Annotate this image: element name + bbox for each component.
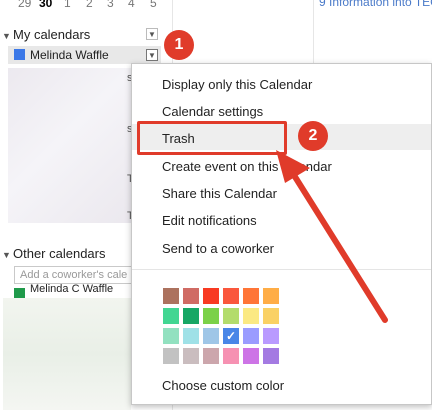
arrow-head [276, 150, 310, 183]
arrow-shaft [289, 169, 388, 323]
annotation-arrow [276, 150, 388, 323]
